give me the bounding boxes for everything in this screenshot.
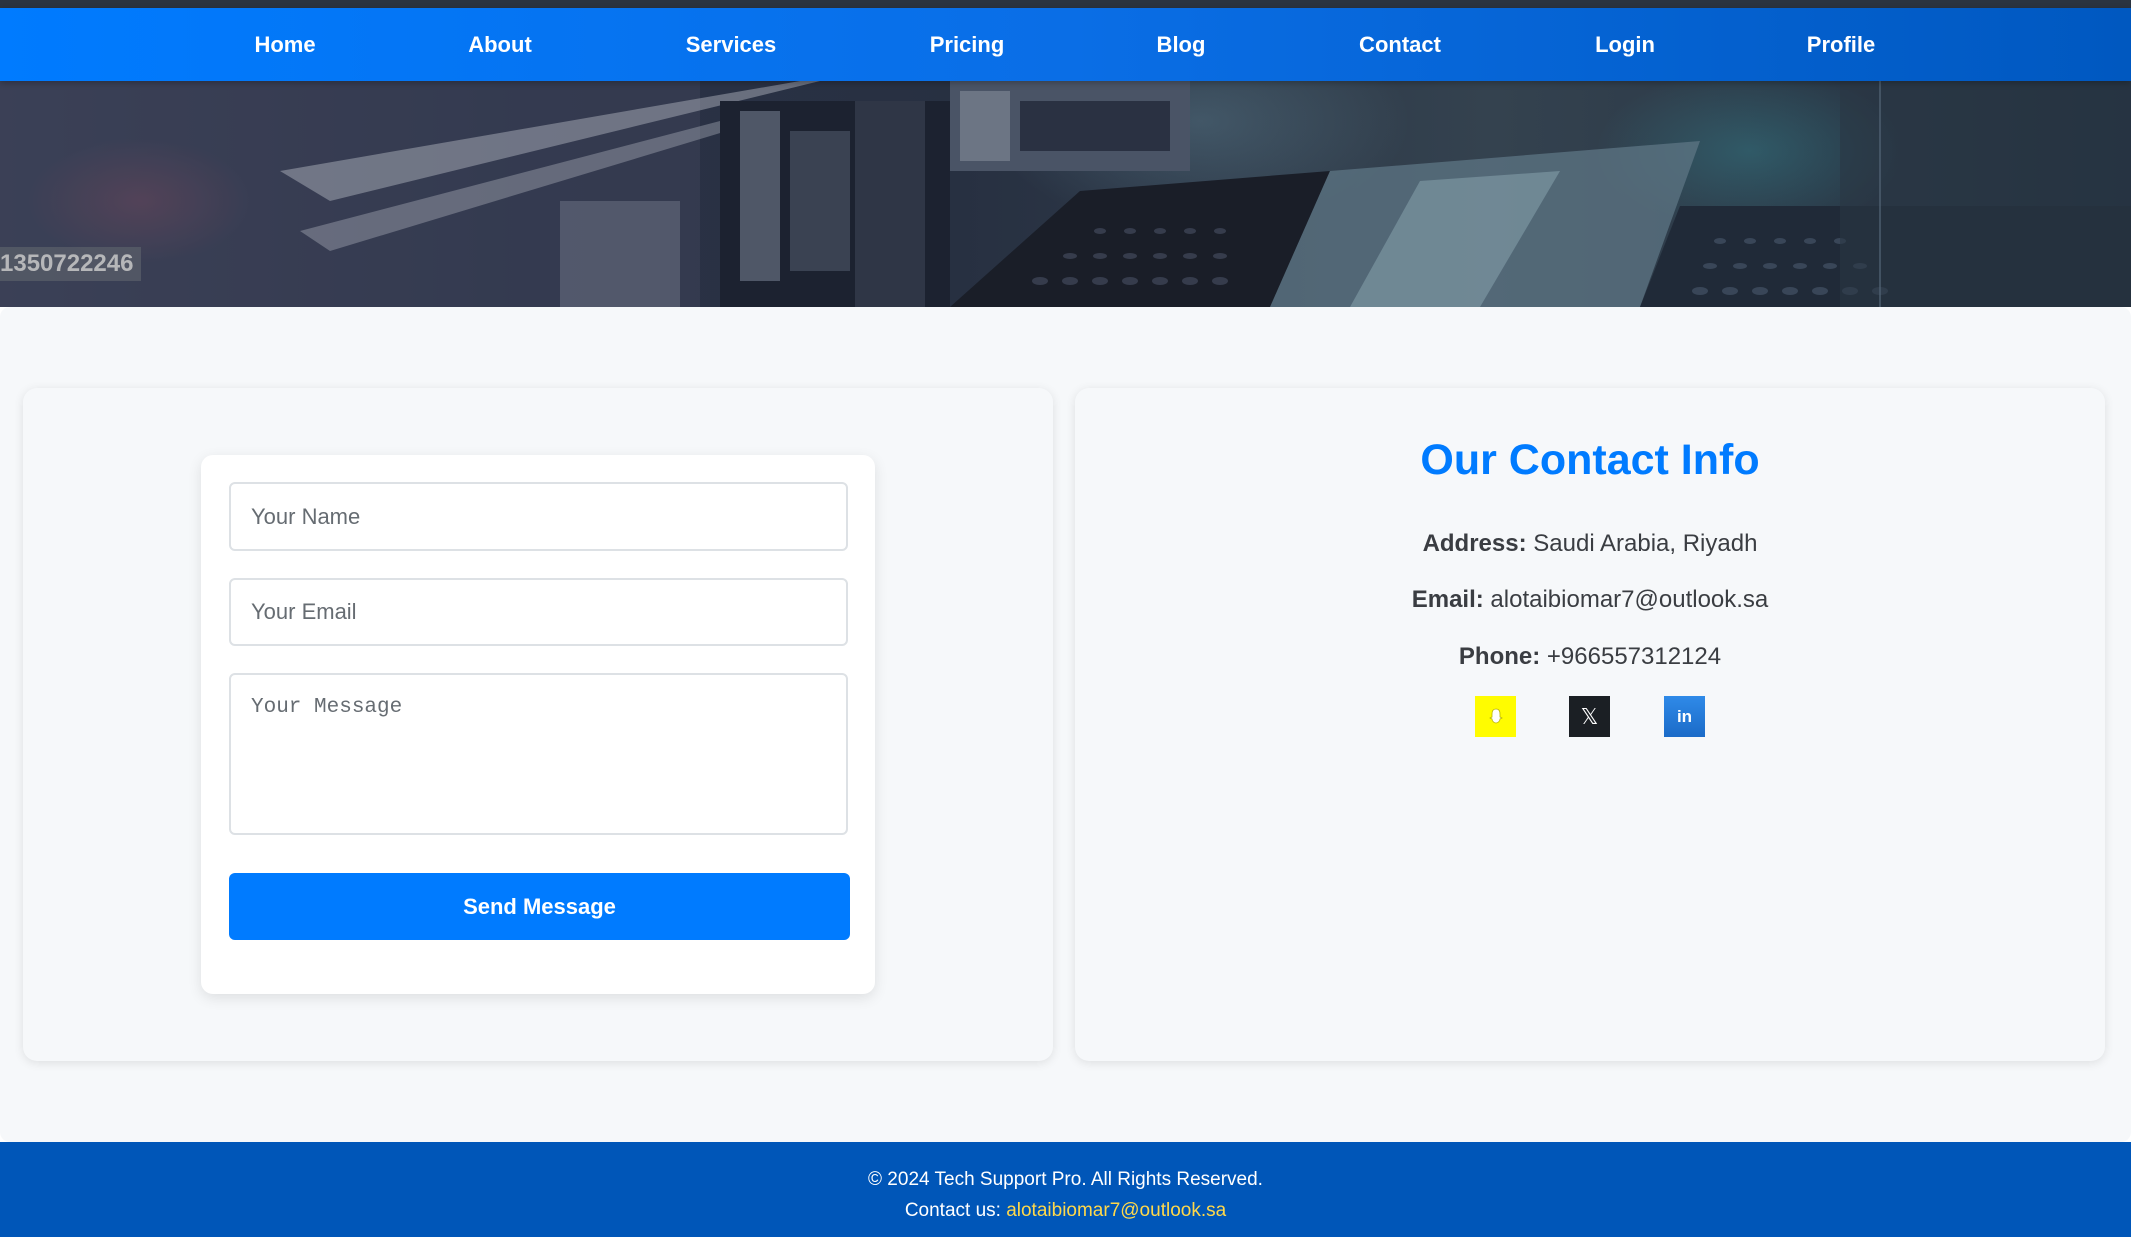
contact-info-title: Our Contact Info (1420, 436, 1760, 484)
footer-copyright: © 2024 Tech Support Pro. All Rights Rese… (868, 1169, 1263, 1190)
nav-services-link[interactable]: Services (686, 8, 777, 81)
email-value: alotaibiomar7@outlook.sa (1490, 586, 1769, 613)
footer-email-link[interactable]: alotaibiomar7@outlook.sa (1006, 1200, 1226, 1221)
contact-form: Your Name Your Email Your Message Send M… (201, 455, 875, 994)
contact-info-card: Our Contact Info Address: Saudi Arabia, … (1075, 388, 2105, 1061)
phone-label: Phone: (1458, 643, 1541, 670)
address-label: Address: (1422, 530, 1527, 557)
snapchat-icon[interactable] (1475, 696, 1516, 737)
contact-section: Your Name Your Email Your Message Send M… (0, 307, 2131, 1142)
hero-image-id: 1350722246 (0, 247, 142, 281)
message-textarea[interactable]: Your Message (229, 673, 848, 835)
linkedin-icon[interactable]: in (1664, 696, 1705, 737)
contact-form-card: Your Name Your Email Your Message Send M… (23, 388, 1053, 1061)
x-icon[interactable]: 𝕏 (1569, 696, 1610, 737)
email-line: Email: alotaibiomar7@outlook.sa (1075, 584, 2105, 616)
address-value: Saudi Arabia, Riyadh (1533, 530, 1758, 557)
nav-about-link[interactable]: About (468, 8, 532, 81)
nav-profile-link[interactable]: Profile (1807, 8, 1875, 81)
hero-banner-image: 1350722246 (0, 81, 2131, 307)
email-input[interactable]: Your Email (229, 578, 848, 646)
main-navbar: Home About Services Pricing Blog Contact… (0, 8, 2131, 81)
footer-contact-line: Contact us: alotaibiomar7@outlook.sa (0, 1198, 2131, 1224)
nav-blog-link[interactable]: Blog (1157, 8, 1206, 81)
top-strip (0, 0, 2131, 8)
name-input[interactable]: Your Name (229, 482, 848, 551)
nav-login-link[interactable]: Login (1595, 8, 1655, 81)
server-rack-illustration (0, 81, 2131, 307)
nav-pricing-link[interactable]: Pricing (930, 8, 1005, 81)
send-message-button[interactable]: Send Message (229, 873, 850, 940)
phone-value: +966557312124 (1546, 643, 1722, 670)
phone-line: Phone: +966557312124 (1075, 641, 2105, 673)
email-label: Email: (1411, 586, 1484, 613)
address-line: Address: Saudi Arabia, Riyadh (1075, 528, 2105, 560)
footer-contact-label: Contact us: (904, 1200, 1001, 1221)
nav-home-link[interactable]: Home (254, 8, 315, 81)
snapchat-ghost-glyph (1488, 708, 1503, 723)
site-footer: © 2024 Tech Support Pro. All Rights Rese… (0, 1142, 2131, 1237)
nav-contact-link[interactable]: Contact (1359, 8, 1441, 81)
